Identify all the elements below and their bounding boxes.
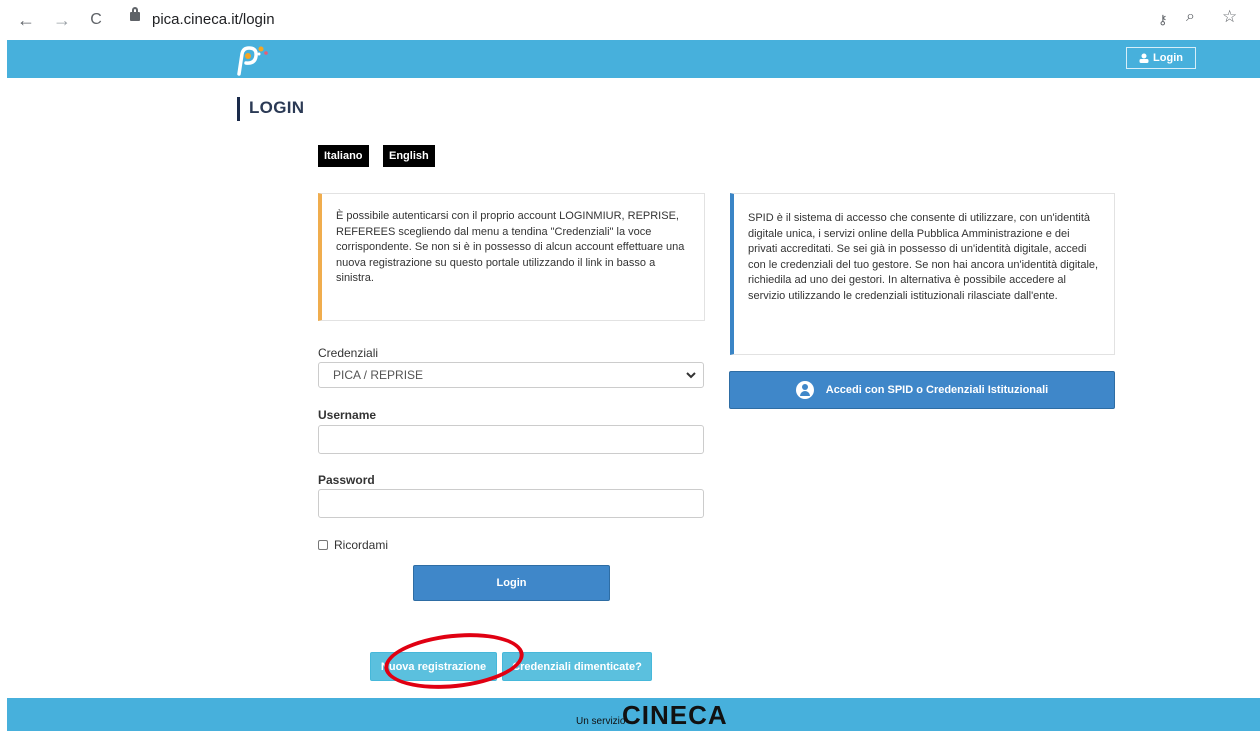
cineca-logo[interactable]: CINECA: [622, 700, 728, 731]
login-button[interactable]: Login: [413, 565, 610, 601]
forgot-credentials-button[interactable]: Credenziali dimenticate?: [502, 652, 652, 681]
credentials-select[interactable]: PICA / REPRISE: [318, 362, 704, 388]
spid-info-box: SPID è il sistema di accesso che consent…: [730, 193, 1115, 355]
bookmark-star-icon[interactable]: ☆: [1222, 7, 1237, 27]
user-icon: [1139, 53, 1149, 63]
page-title: LOGIN: [249, 98, 305, 117]
reload-icon[interactable]: C: [84, 8, 108, 32]
zoom-icon[interactable]: ⌕: [1186, 8, 1195, 26]
red-highlight-circle: [381, 626, 527, 696]
spid-user-icon: [795, 381, 814, 399]
username-input[interactable]: [318, 425, 704, 454]
back-arrow-icon[interactable]: ←: [14, 8, 38, 32]
header-login-button[interactable]: Login: [1126, 47, 1196, 69]
browser-toolbar: ← → C pica.cineca.it/login ⚷ ⌕ ☆: [0, 0, 1260, 40]
title-accent-bar: [237, 97, 240, 121]
header-login-label: Login: [1153, 52, 1183, 64]
remember-label[interactable]: Ricordami: [334, 538, 388, 552]
remember-checkbox[interactable]: [318, 540, 328, 550]
password-input[interactable]: [318, 489, 704, 518]
language-english[interactable]: English: [383, 145, 435, 167]
address-bar[interactable]: pica.cineca.it/login: [152, 6, 275, 34]
language-italiano[interactable]: Italiano: [318, 145, 369, 167]
password-label: Password: [318, 473, 375, 487]
forward-arrow-icon[interactable]: →: [50, 8, 74, 32]
site-header: [7, 40, 1260, 78]
pica-logo-icon[interactable]: [233, 44, 273, 76]
login-info-box: È possibile autenticarsi con il proprio …: [318, 193, 705, 321]
credentials-value: PICA / REPRISE: [333, 368, 424, 382]
chevron-down-icon: [686, 372, 696, 379]
spid-button-label: Accedi con SPID o Credenziali Istituzion…: [825, 384, 1049, 396]
footer-prefix: Un servizio: [576, 716, 626, 727]
spid-login-button[interactable]: Accedi con SPID o Credenziali Istituzion…: [729, 371, 1115, 409]
credentials-label: Credenziali: [318, 346, 379, 360]
key-icon[interactable]: ⚷: [1158, 12, 1168, 28]
lock-icon: [130, 7, 140, 21]
username-label: Username: [318, 408, 377, 422]
